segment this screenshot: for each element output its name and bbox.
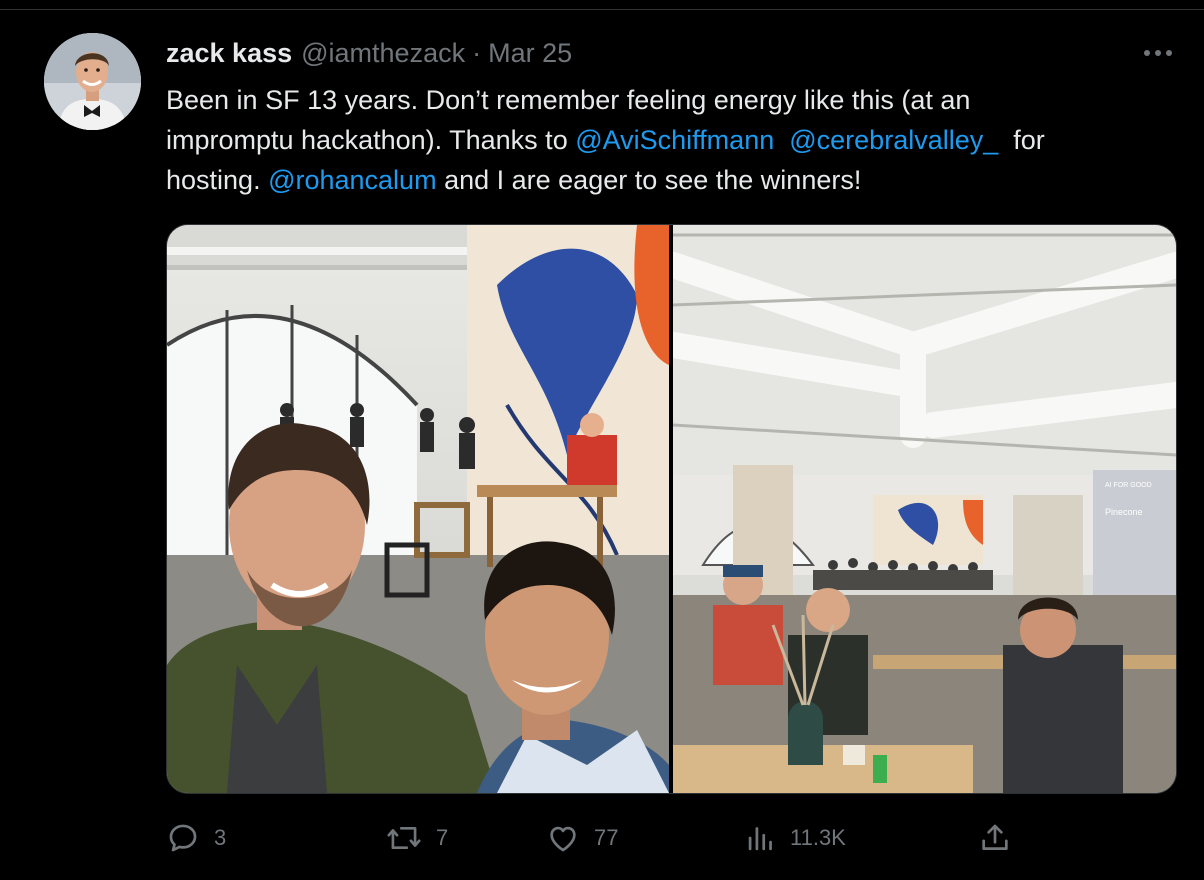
separator-dot: · [472,38,482,68]
repost-icon [387,826,421,850]
tweet-media[interactable]: AI FOR GOOD Pinecone [166,224,1177,794]
more-button[interactable] [1142,40,1174,66]
reply-icon [169,824,197,852]
mention-link[interactable]: @AviSchiffmann [575,125,774,155]
reply-count: 3 [214,825,227,850]
photo-venue[interactable]: AI FOR GOOD Pinecone [673,225,1176,793]
mention-link[interactable]: @cerebralvalley_ [789,125,998,155]
avatar-image [44,33,141,130]
tweet-text-segment: hosting. [166,165,269,195]
top-divider [0,9,1204,10]
repost-count: 7 [436,825,449,850]
selfie-image [167,225,669,793]
tweet-text-segment: impromptu hackathon). Thanks to [166,125,576,155]
screen-sign-text: AI FOR GOOD [1105,482,1152,489]
tweet-text-line: Been in SF 13 years. Don’t remember feel… [166,80,1176,120]
venue-image: AI FOR GOOD Pinecone [673,225,1176,793]
views-count: 11.3K [790,825,846,850]
tweet-text: Been in SF 13 years. Don’t remember feel… [166,80,1176,200]
action-bar: 3 7 77 11.3K [166,815,1176,861]
share-icon [982,824,1008,850]
author-handle[interactable]: @iamthezack [301,38,465,69]
like-count: 77 [594,825,619,850]
more-icon [1144,50,1172,56]
like-icon [550,826,576,852]
tweet-text-segment: Been in SF 13 years. Don’t remember feel… [166,85,971,115]
tweet-text-segment: and I are eager to see the winners! [436,165,862,195]
repost-button[interactable]: 7 [386,815,448,861]
reply-button[interactable]: 3 [166,815,226,861]
photo-selfie[interactable] [167,225,669,793]
mention-link[interactable]: @rohancalum [268,165,437,195]
tweet-text-line: impromptu hackathon). Thanks to @AviSchi… [166,120,1176,160]
author-name[interactable]: zack kass [166,38,292,69]
share-button[interactable] [978,815,1012,861]
tweet-header: zack kass @iamthezack · Mar 25 [166,38,572,72]
like-button[interactable]: 77 [546,815,618,861]
views-icon [748,827,772,851]
views-button[interactable]: 11.3K [746,815,846,861]
tweet-date[interactable]: Mar 25 [488,38,572,69]
tweet-text-segment: for [998,125,1045,155]
avatar[interactable] [44,33,141,130]
screen-brand-text: Pinecone [1105,507,1143,517]
tweet-text-segment [774,125,789,155]
tweet-text-line: hosting. @rohancalum and I are eager to … [166,160,1176,200]
